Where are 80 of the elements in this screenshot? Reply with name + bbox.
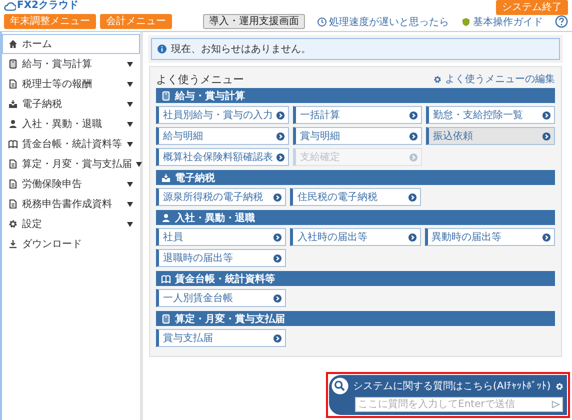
menu-button[interactable]: 社員: [156, 228, 286, 246]
document-icon: [8, 199, 18, 209]
support-button[interactable]: 導入・運用支援画面: [203, 14, 305, 29]
cloud-logo-icon: [4, 0, 16, 12]
calculator-icon: [161, 90, 171, 100]
chevron-circle-icon: [276, 110, 285, 120]
menu-button[interactable]: 給与明細: [156, 127, 289, 145]
chevron-circle-icon: [273, 334, 282, 342]
menu-button[interactable]: 住民税の電子納税: [290, 188, 421, 206]
shield-icon: [461, 16, 471, 26]
section-header: 給与・賞与計算: [156, 88, 555, 103]
sidebar-item[interactable]: 入社・異動・退職: [2, 114, 140, 134]
sidebar-item[interactable]: 設定: [2, 214, 140, 234]
chevron-circle-icon: [273, 192, 282, 202]
sidebar-item[interactable]: ダウンロード: [2, 234, 140, 254]
sidebar-item[interactable]: 賃金台帳・統計資料等: [2, 134, 140, 154]
section-header: 賃金台帳・統計資料等: [156, 271, 555, 286]
document-icon: [8, 79, 18, 89]
section-header: 算定・月変・賞与支払届: [156, 311, 555, 326]
send-icon: [551, 400, 560, 409]
chevron-circle-icon: [408, 232, 417, 242]
chevron-circle-icon: [409, 132, 418, 140]
clock-icon: [317, 16, 327, 26]
menu-button[interactable]: 勤怠・支給控除一覧: [426, 106, 555, 124]
settings-icon: [554, 382, 564, 390]
chevron-circle-icon: [273, 232, 282, 242]
menu-button[interactable]: 賞与明細: [293, 127, 422, 145]
book-icon: [161, 274, 171, 284]
tray-icon: [8, 99, 18, 109]
calculator-icon: [8, 59, 18, 69]
help-icon: [555, 15, 568, 28]
menu-button[interactable]: 賞与支払届: [156, 329, 286, 347]
sidebar-item[interactable]: ホーム: [2, 34, 140, 54]
section-header: 電子納税: [156, 170, 555, 185]
menu-button[interactable]: 振込依頼: [426, 127, 555, 145]
chevron-circle-icon: [409, 110, 418, 120]
person-icon: [8, 119, 18, 129]
gear-icon: [8, 219, 18, 229]
notice-text: 現在、お知らせはありません。: [171, 43, 311, 56]
chevron-circle-icon: [542, 232, 551, 242]
chevron-circle-icon: [408, 192, 417, 202]
chevron-circle-icon: [409, 152, 418, 162]
menu-button[interactable]: 異動時の届出等: [424, 228, 555, 246]
info-icon: [157, 44, 167, 54]
menu-button[interactable]: 一人別賃金台帳: [156, 289, 286, 307]
menu-button[interactable]: 源泉所得税の電子納税: [156, 188, 286, 206]
speed-help-link[interactable]: 処理速度が遅いと思ったら: [317, 14, 449, 28]
guide-link[interactable]: 基本操作ガイド: [461, 14, 543, 28]
chevron-circle-icon: [542, 110, 551, 120]
chevron-circle-icon: [276, 152, 285, 162]
book-icon: [8, 139, 18, 149]
download-icon: [8, 239, 18, 249]
document-icon: [8, 159, 18, 169]
home-icon: [8, 39, 18, 49]
chevron-circle-icon: [276, 132, 285, 140]
sidebar-item[interactable]: 税務申告書作成資料: [2, 194, 140, 214]
sidebar-item[interactable]: 算定・月変・賞与支払届: [2, 154, 140, 174]
chat-input[interactable]: ここに質問を入力してEnterで送信: [355, 397, 563, 412]
menu-button[interactable]: 入社時の届出等: [290, 228, 421, 246]
calculator-icon: [161, 314, 171, 324]
sidebar-item[interactable]: 税理士等の報酬: [2, 74, 140, 94]
panel-title: よく使うメニュー: [156, 72, 244, 86]
sidebar-item[interactable]: 給与・賞与計算: [2, 54, 140, 74]
menu-button[interactable]: 概算社会保険料額確認表: [156, 148, 289, 166]
document-icon: [8, 179, 18, 189]
section-header: 入社・異動・退職: [156, 210, 555, 225]
menu-button[interactable]: 退職時の届出等: [156, 249, 286, 267]
chevron-circle-icon: [542, 132, 551, 140]
logo-text: FX2クラウド: [17, 0, 78, 12]
chevron-circle-icon: [273, 294, 282, 302]
chat-title: システムに関する質問はこちら(AIﾁｬｯﾄﾎﾞｯﾄ): [353, 380, 551, 393]
person-icon: [161, 212, 171, 222]
sidebar-item[interactable]: 労働保険申告: [2, 174, 140, 194]
edit-menu-link[interactable]: よく使うメニューの編集: [433, 72, 555, 86]
tray-icon: [161, 172, 171, 182]
menu-button[interactable]: 社員別給与・賞与の入力: [156, 106, 289, 124]
menu-button[interactable]: 一括計算: [293, 106, 422, 124]
sidebar-item[interactable]: 電子納税: [2, 94, 140, 114]
chevron-circle-icon: [273, 254, 282, 262]
gear-icon: [433, 74, 442, 84]
